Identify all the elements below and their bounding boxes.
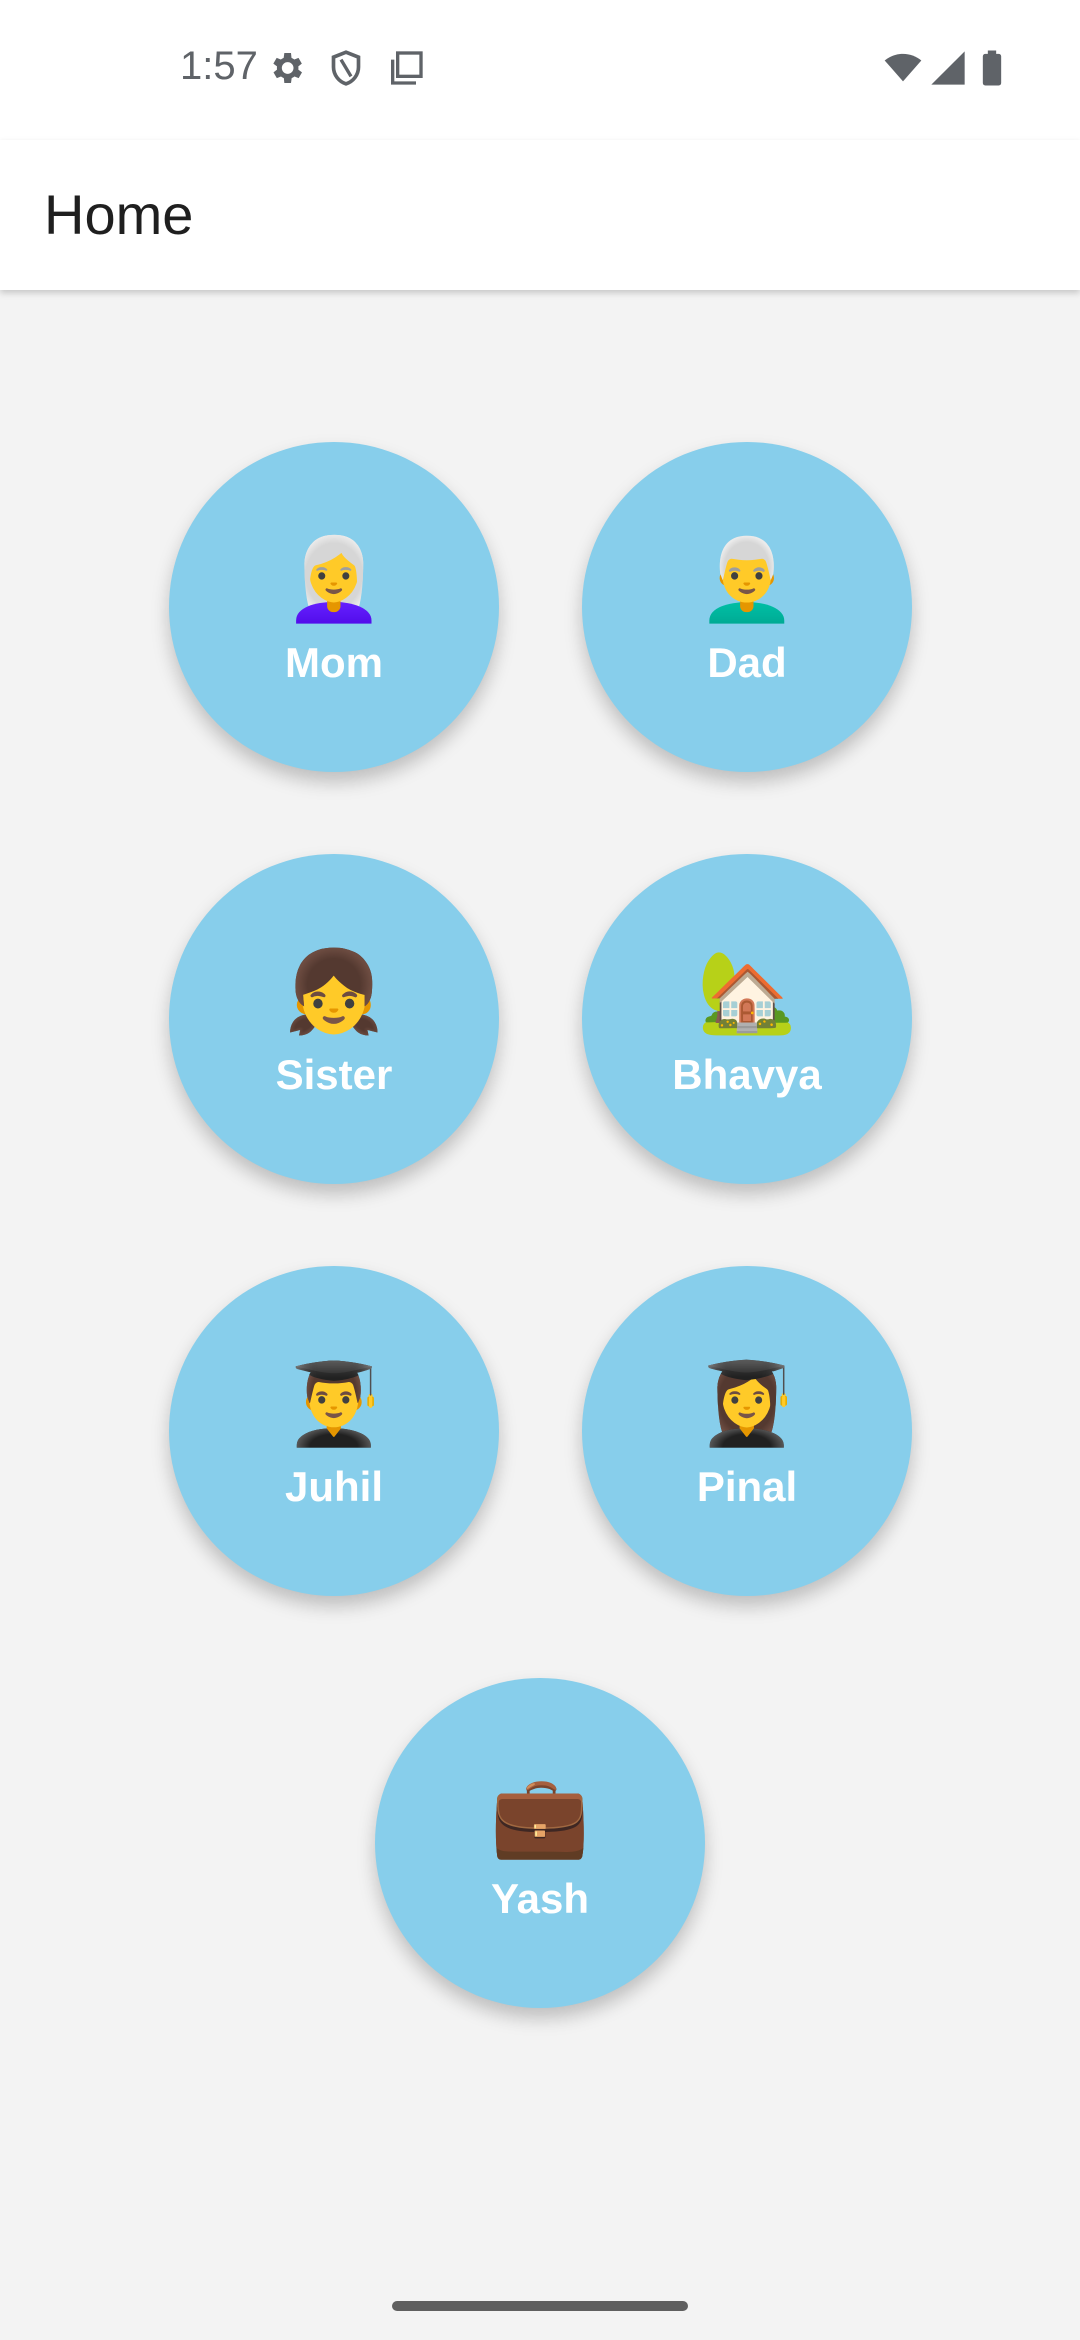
gear-icon	[273, 53, 302, 83]
old-woman-icon: 👩‍🦳	[284, 533, 384, 626]
home-indicator[interactable]	[392, 2301, 688, 2311]
contact-label: Sister	[275, 1051, 393, 1098]
briefcase-icon: 💼	[490, 1769, 590, 1862]
contact-label: Mom	[285, 639, 383, 686]
content-area: 👩‍🦳 Mom 👨‍🦳 Dad 👧 Sister 🏡 Bhavya 👨‍🎓 Ju…	[0, 290, 1080, 2340]
contact-label: Yash	[490, 1875, 590, 1922]
copy-icon	[391, 51, 423, 85]
female-graduate-icon: 👩‍🎓	[697, 1357, 797, 1450]
old-man-icon: 👨‍🦳	[697, 533, 797, 626]
house-icon: 🏡	[697, 945, 797, 1038]
contact-button-pinal[interactable]: 👩‍🎓 Pinal	[582, 1266, 912, 1596]
contact-label: Pinal	[696, 1463, 798, 1510]
page-title: Home	[44, 183, 194, 246]
contact-label: Dad	[707, 639, 787, 686]
contact-button-yash[interactable]: 💼 Yash	[375, 1678, 705, 2008]
screen: 1:57 Home 👩‍🦳	[0, 0, 1080, 2340]
girl-icon: 👧	[284, 945, 384, 1038]
status-time: 1:57	[180, 44, 258, 88]
signal-icon	[931, 51, 965, 85]
contact-button-dad[interactable]: 👨‍🦳 Dad	[582, 442, 912, 772]
wifi-icon	[884, 53, 922, 82]
status-bar: 1:57	[0, 0, 1080, 140]
contact-button-mom[interactable]: 👩‍🦳 Mom	[169, 442, 499, 772]
contact-label: Bhavya	[672, 1051, 822, 1098]
shield-icon	[331, 50, 361, 86]
contact-button-juhil[interactable]: 👨‍🎓 Juhil	[169, 1266, 499, 1596]
male-graduate-icon: 👨‍🎓	[284, 1357, 384, 1450]
contact-label: Juhil	[284, 1463, 383, 1510]
contact-button-bhavya[interactable]: 🏡 Bhavya	[582, 854, 912, 1184]
battery-icon	[982, 50, 1002, 86]
contact-button-sister[interactable]: 👧 Sister	[169, 854, 499, 1184]
app-bar: Home	[0, 140, 1080, 290]
